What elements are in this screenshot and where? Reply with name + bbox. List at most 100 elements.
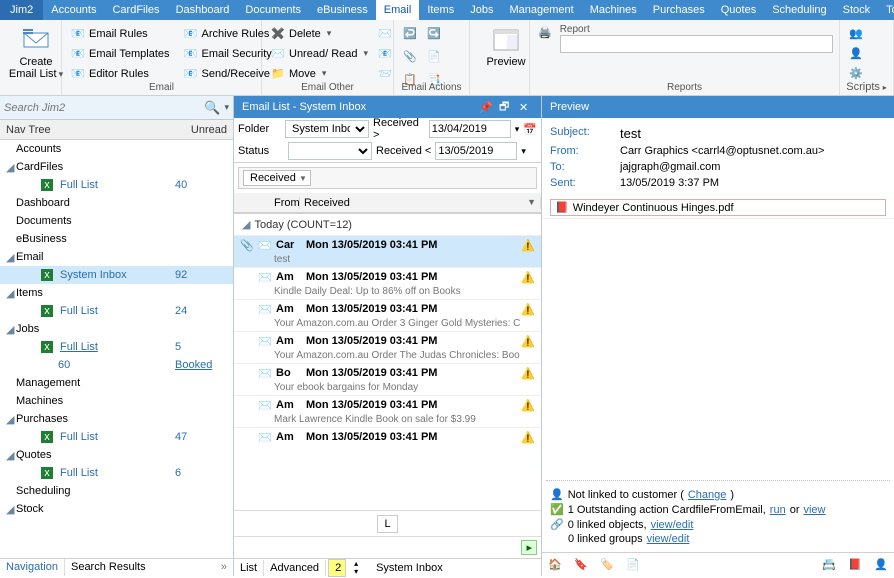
menu-email[interactable]: Email — [376, 0, 420, 20]
page-spinner[interactable]: ▴▾ — [348, 558, 364, 578]
print-icon[interactable]: 🖨️ — [536, 24, 554, 41]
email-action-d[interactable]: 📄 — [424, 47, 444, 66]
viewedit-objects-link[interactable]: view/edit — [651, 519, 694, 531]
group-today[interactable]: ◢Today (COUNT=12) — [234, 214, 541, 235]
menu-dashboard[interactable]: Dashboard — [168, 0, 238, 20]
unread-read-button[interactable]: ✉️Unread/ Read — [268, 44, 371, 63]
nav-quotes[interactable]: ◢Quotes — [0, 446, 233, 464]
nav-machines[interactable]: Machines — [0, 392, 233, 410]
menu-purchases[interactable]: Purchases — [645, 0, 713, 20]
message-row[interactable]: ✉️AmMon 13/05/2019 03:41 PM⚠️ — [234, 427, 541, 448]
nav-jobs[interactable]: ◢Jobs — [0, 320, 233, 338]
note-icon[interactable]: 📄 — [624, 556, 642, 574]
filter-letter[interactable]: L — [377, 515, 397, 533]
nav-full-list[interactable]: xFull List47 — [0, 428, 233, 446]
email-templates-button[interactable]: 📧Email Templates — [68, 44, 173, 63]
menu-ebusiness[interactable]: eBusiness — [309, 0, 376, 20]
nav-cardfiles[interactable]: ◢CardFiles — [0, 158, 233, 176]
email-action-a[interactable]: ↩️ — [400, 24, 420, 43]
report-select[interactable] — [560, 35, 833, 53]
tag-icon[interactable]: 🏷️ — [598, 556, 616, 574]
menu-accounts[interactable]: Accounts — [43, 0, 104, 20]
card-blue-icon[interactable]: 📇 — [820, 556, 838, 574]
menu-stock[interactable]: Stock — [835, 0, 879, 20]
email-rules-button[interactable]: 📧Email Rules — [68, 24, 173, 43]
status-select[interactable] — [288, 142, 372, 160]
nav-items[interactable]: ◢Items — [0, 284, 233, 302]
archive-rules-button[interactable]: 📧Archive Rules — [181, 24, 275, 43]
group-pill-received[interactable]: Received — [243, 170, 311, 186]
nav-purchases[interactable]: ◢Purchases — [0, 410, 233, 428]
nav-email[interactable]: ◢Email — [0, 248, 233, 266]
menu-management[interactable]: Management — [501, 0, 581, 20]
menu-tools[interactable]: Tools — [878, 0, 894, 20]
nav-full-list[interactable]: xFull List24 — [0, 302, 233, 320]
nav-60[interactable]: 60Booked — [0, 356, 233, 374]
preview-toggle-button[interactable]: Preview — [476, 24, 536, 68]
script-users-icon[interactable]: 👥 — [846, 24, 887, 43]
list-tab-advanced[interactable]: Advanced — [263, 560, 326, 576]
col-from[interactable]: From — [270, 197, 300, 209]
menu-documents[interactable]: Documents — [237, 0, 309, 20]
list-tab-list[interactable]: List — [234, 560, 263, 576]
run-icon[interactable]: ▸ — [521, 540, 537, 555]
card-red-icon[interactable]: 📕 — [846, 556, 864, 574]
home-icon[interactable]: 🏠 — [546, 556, 564, 574]
nav-full-list[interactable]: xFull List5 — [0, 338, 233, 356]
close-icon[interactable]: ✕ — [519, 101, 533, 114]
menu-machines[interactable]: Machines — [582, 0, 645, 20]
calendar-icon[interactable]: 📅 — [523, 123, 537, 136]
date-to-input[interactable] — [435, 142, 517, 160]
search-input[interactable] — [4, 102, 204, 114]
nav-documents[interactable]: Documents — [0, 212, 233, 230]
editor-rules-button[interactable]: 📧Editor Rules — [68, 64, 173, 83]
message-row[interactable]: ✉️BoMon 13/05/2019 03:41 PM⚠️Your ebook … — [234, 363, 541, 395]
person-icon[interactable]: 👤 — [872, 556, 890, 574]
nav-management[interactable]: Management — [0, 374, 233, 392]
message-row[interactable]: ✉️AmMon 13/05/2019 03:41 PM⚠️Kindle Dail… — [234, 267, 541, 299]
email-security-button[interactable]: 📧Email Security — [181, 44, 275, 63]
tag-blue-icon[interactable]: 🔖 — [572, 556, 590, 574]
action-icon-1[interactable]: ✉️ — [375, 24, 395, 43]
nav-dashboard[interactable]: Dashboard — [0, 194, 233, 212]
message-row[interactable]: 📎✉️CarMon 13/05/2019 03:41 PM⚠️test — [234, 235, 541, 267]
nav-tab-search-results[interactable]: Search Results — [64, 559, 152, 576]
run-link[interactable]: run — [770, 504, 786, 516]
pin-icon[interactable]: 📌 — [479, 101, 493, 114]
send-receive-button[interactable]: 📧Send/Receive — [181, 64, 275, 83]
script-user-icon[interactable]: 👤 — [846, 44, 887, 63]
menu-quotes[interactable]: Quotes — [713, 0, 764, 20]
col-received[interactable]: Received ▼ — [300, 197, 541, 209]
email-action-b[interactable]: ↪️ — [424, 24, 444, 43]
search-icon[interactable]: 🔍 — [204, 100, 220, 116]
action-icon-3[interactable]: 📨 — [375, 64, 395, 83]
date-from-input[interactable] — [429, 120, 511, 138]
menu-jobs[interactable]: Jobs — [462, 0, 501, 20]
delete-button[interactable]: ✖️Delete — [268, 24, 371, 43]
move-button[interactable]: 📁Move — [268, 64, 371, 83]
nav-accounts[interactable]: Accounts — [0, 140, 233, 158]
nav-ebusiness[interactable]: eBusiness — [0, 230, 233, 248]
menu-scheduling[interactable]: Scheduling — [764, 0, 834, 20]
nav-stock[interactable]: ◢Stock — [0, 500, 233, 518]
message-row[interactable]: ✉️AmMon 13/05/2019 03:41 PM⚠️Your Amazon… — [234, 299, 541, 331]
page-number[interactable]: 2 — [328, 559, 346, 577]
create-email-list-button[interactable]: Create Email List — [6, 24, 66, 80]
restore-icon[interactable]: 🗗 — [499, 98, 513, 117]
attachment[interactable]: 📕 Windeyer Continuous Hinges.pdf — [550, 199, 886, 216]
message-row[interactable]: ✉️AmMon 13/05/2019 03:41 PM⚠️Your Amazon… — [234, 331, 541, 363]
search-dropdown-icon[interactable]: ▾ — [224, 102, 229, 113]
menu-items[interactable]: Items — [419, 0, 462, 20]
action-icon-2[interactable]: 📧 — [375, 44, 395, 63]
nav-tab-navigation[interactable]: Navigation — [0, 559, 64, 576]
nav-full-list[interactable]: xFull List6 — [0, 464, 233, 482]
view-link[interactable]: view — [803, 504, 825, 516]
nav-full-list[interactable]: xFull List40 — [0, 176, 233, 194]
change-link[interactable]: Change — [688, 489, 727, 501]
nav-scheduling[interactable]: Scheduling — [0, 482, 233, 500]
nav-system-inbox[interactable]: xSystem Inbox92 — [0, 266, 233, 284]
nav-expand-icon[interactable]: » — [215, 559, 233, 576]
email-action-c[interactable]: 📎 — [400, 47, 420, 66]
menu-cardfiles[interactable]: CardFiles — [104, 0, 167, 20]
folder-select[interactable]: System Inbox — [285, 120, 369, 138]
